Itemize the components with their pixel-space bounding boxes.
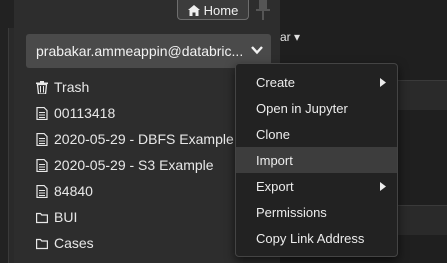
- document-icon: [36, 132, 48, 146]
- menu-item-permissions[interactable]: Permissions: [236, 199, 397, 225]
- menu-item-label: Create: [256, 74, 296, 90]
- account-dropdown[interactable]: prabakar.ammeappin@databric...: [26, 34, 271, 68]
- menu-item-label: Copy Link Address: [256, 230, 365, 246]
- home-button[interactable]: Home: [177, 0, 249, 20]
- menu-item-export[interactable]: Export: [236, 173, 397, 199]
- pin-icon[interactable]: [256, 0, 270, 20]
- chevron-down-icon: [251, 46, 263, 55]
- document-icon: [36, 106, 48, 120]
- list-item-label: Cases: [54, 235, 94, 251]
- list-item-label: 2020-05-29 - S3 Example: [54, 157, 214, 173]
- folder-icon: [36, 238, 48, 249]
- home-label: Home: [203, 2, 239, 18]
- home-icon: [187, 4, 200, 16]
- menu-item-label: Permissions: [256, 204, 327, 220]
- right-dropdown-fragment[interactable]: ar ▾: [280, 30, 300, 44]
- menu-item-label: Import: [256, 152, 293, 168]
- account-email: prabakar.ammeappin@databric...: [36, 43, 244, 59]
- document-icon: [36, 158, 48, 172]
- caret-right-icon: [380, 182, 386, 191]
- menu-item-import[interactable]: Import: [236, 147, 397, 173]
- menu-item-copy-link-address[interactable]: Copy Link Address: [236, 225, 397, 251]
- context-menu: Create Open in Jupyter Clone Import Expo…: [235, 63, 398, 257]
- menu-item-label: Clone: [256, 126, 290, 142]
- left-sidebar-strip: [0, 0, 14, 263]
- list-item-label: BUI: [54, 209, 78, 225]
- menu-item-open-in-jupyter[interactable]: Open in Jupyter: [236, 95, 397, 121]
- document-icon: [36, 184, 48, 198]
- list-item-label: Trash: [54, 79, 90, 95]
- menu-item-label: Export: [256, 178, 294, 194]
- list-item-label: 00113418: [54, 105, 116, 121]
- list-item-label: 84840: [54, 183, 93, 199]
- menu-item-clone[interactable]: Clone: [236, 121, 397, 147]
- folder-icon: [36, 212, 48, 223]
- menu-item-create[interactable]: Create: [236, 69, 397, 95]
- caret-right-icon: [380, 78, 386, 87]
- menu-item-label: Open in Jupyter: [256, 100, 348, 116]
- list-item-label: 2020-05-29 - DBFS Example: [54, 131, 234, 147]
- trash-icon: [36, 80, 48, 94]
